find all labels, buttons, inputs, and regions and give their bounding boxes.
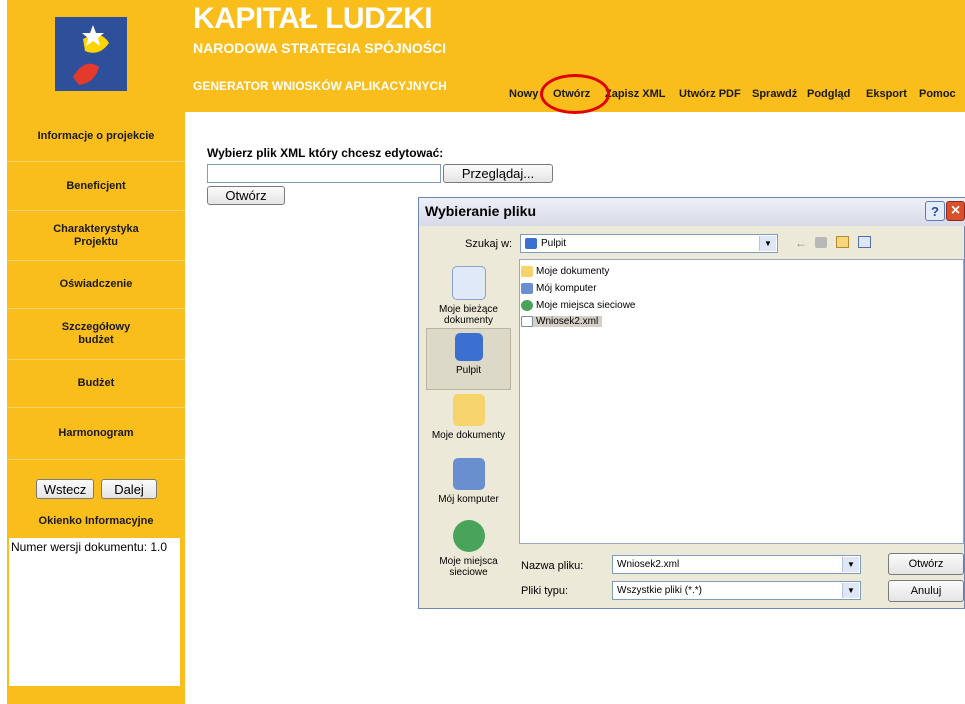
brand-subtitle: NARODOWA STRATEGIA SPÓJNOŚCI <box>193 40 447 56</box>
sidebar-item-label: Oświadczenie <box>59 278 133 290</box>
sidebar-item-label: Budżet <box>77 377 115 389</box>
info-panel-text: Numer wersji dokumentu: 1.0 <box>11 540 168 554</box>
sidebar-item-label: Szczegółowy budżet <box>61 321 131 346</box>
filename-input[interactable]: Wniosek2.xml ▼ <box>612 555 861 574</box>
filetype-select[interactable]: Wszystkie pliki (*.*) ▼ <box>612 581 861 600</box>
chevron-down-icon: ▼ <box>842 557 859 572</box>
menu-check[interactable]: Sprawdź <box>752 88 797 100</box>
browse-button[interactable]: Przeglądaj... <box>443 164 553 183</box>
sidebar-divider <box>7 459 185 460</box>
file-prompt: Wybierz plik XML który chcesz edytować: <box>207 146 444 160</box>
menu-export[interactable]: Eksport <box>866 88 907 100</box>
desktop-icon <box>525 238 537 249</box>
place-label: Pulpit <box>455 365 481 376</box>
folder-icon <box>452 394 485 426</box>
up-folder-icon[interactable] <box>815 237 827 248</box>
computer-icon <box>452 458 485 490</box>
filetype-value: Wszystkie pliki (*.*) <box>617 585 703 596</box>
list-item-selected[interactable]: Wniosek2.xml <box>521 316 603 327</box>
file-name: Moje dokumenty <box>536 266 610 277</box>
chevron-down-icon: ▼ <box>842 583 859 598</box>
filename-value: Wniosek2.xml <box>617 559 680 570</box>
dialog-cancel-button[interactable]: Anuluj <box>888 580 964 602</box>
menu-new[interactable]: Nowy <box>509 88 538 100</box>
sidebar-item-declaration[interactable]: Oświadczenie <box>7 260 185 308</box>
generator-title: GENERATOR WNIOSKÓW APLIKACYJNYCH <box>193 79 447 93</box>
sidebar-item-beneficiary[interactable]: Beneficjent <box>7 161 185 210</box>
brand-title: KAPITAŁ LUDZKI <box>193 2 433 35</box>
filename-label: Nazwa pliku: <box>521 560 584 572</box>
filetype-label: Pliki typu: <box>521 585 569 597</box>
sidebar-item-detailed-budget[interactable]: Szczegółowy budżet <box>7 308 185 359</box>
look-in-select[interactable]: Pulpit ▼ <box>520 234 778 253</box>
info-panel-title: Okienko Informacyjne <box>38 515 154 527</box>
list-item[interactable]: Mój komputer <box>521 283 597 294</box>
next-button[interactable]: Dalej <box>101 479 157 499</box>
desktop-icon <box>454 333 483 361</box>
look-in-value: Pulpit <box>541 238 567 249</box>
open-button[interactable]: Otwórz <box>207 186 285 205</box>
sidebar-item-project-info[interactable]: Informacje o projekcie <box>7 112 185 161</box>
sidebar-item-schedule[interactable]: Harmonogram <box>7 407 185 459</box>
list-item[interactable]: Moje dokumenty <box>521 266 609 277</box>
place-network[interactable]: Moje miejsca sieciowe <box>426 520 511 578</box>
place-label: Moje dokumenty <box>431 430 506 441</box>
sidebar-item-label: Charakterystyka Projektu <box>53 222 139 248</box>
place-label: Moje miejsca sieciowe <box>439 556 498 578</box>
sidebar-item-label: Beneficjent <box>66 179 126 192</box>
network-icon <box>521 300 533 311</box>
xml-file-icon <box>521 316 533 327</box>
file-name: Mój komputer <box>536 283 597 294</box>
help-icon[interactable]: ? <box>925 201 945 221</box>
view-menu-icon[interactable] <box>858 236 871 248</box>
logo <box>55 17 127 91</box>
look-in-label: Szukaj w: <box>465 238 513 250</box>
highlight-ring <box>540 74 610 114</box>
flag-star-icon <box>55 17 127 91</box>
file-path-input[interactable] <box>207 164 441 183</box>
info-panel: Numer wersji dokumentu: 1.0 <box>9 538 180 686</box>
menu-save-xml[interactable]: Zapisz XML <box>605 88 666 100</box>
sidebar-item-label: Informacje o projekcie <box>37 130 155 142</box>
chevron-down-icon: ▼ <box>759 236 776 251</box>
menu-help[interactable]: Pomoc <box>919 88 956 100</box>
place-label: Moje bieżące dokumenty <box>439 304 498 326</box>
sidebar-item-label: Harmonogram <box>58 427 134 439</box>
menu-create-pdf[interactable]: Utwórz PDF <box>679 88 741 100</box>
place-label: Mój komputer <box>438 494 499 505</box>
computer-icon <box>521 283 533 294</box>
sidebar-item-characteristics[interactable]: Charakterystyka Projektu <box>7 210 185 260</box>
menu-preview[interactable]: Podgląd <box>807 88 850 100</box>
list-item[interactable]: Moje miejsca sieciowe <box>521 300 635 311</box>
dialog-open-button[interactable]: Otwórz <box>888 553 964 575</box>
new-folder-icon[interactable] <box>836 236 849 248</box>
place-recent-documents[interactable]: Moje bieżące dokumenty <box>426 266 511 326</box>
back-arrow-icon[interactable]: ← <box>795 236 807 250</box>
back-button[interactable]: Wstecz <box>36 479 94 499</box>
place-my-documents[interactable]: Moje dokumenty <box>426 394 511 441</box>
dialog-title: Wybieranie pliku <box>425 203 536 219</box>
close-icon[interactable]: × <box>946 201 965 221</box>
place-desktop[interactable]: Pulpit <box>426 328 511 390</box>
folder-icon <box>521 266 533 277</box>
network-icon <box>452 520 485 552</box>
file-name: Wniosek2.xml <box>536 316 599 327</box>
recent-documents-icon <box>451 266 486 300</box>
file-name: Moje miejsca sieciowe <box>536 300 636 311</box>
place-my-computer[interactable]: Mój komputer <box>426 458 511 505</box>
sidebar-item-budget[interactable]: Budżet <box>7 359 185 407</box>
